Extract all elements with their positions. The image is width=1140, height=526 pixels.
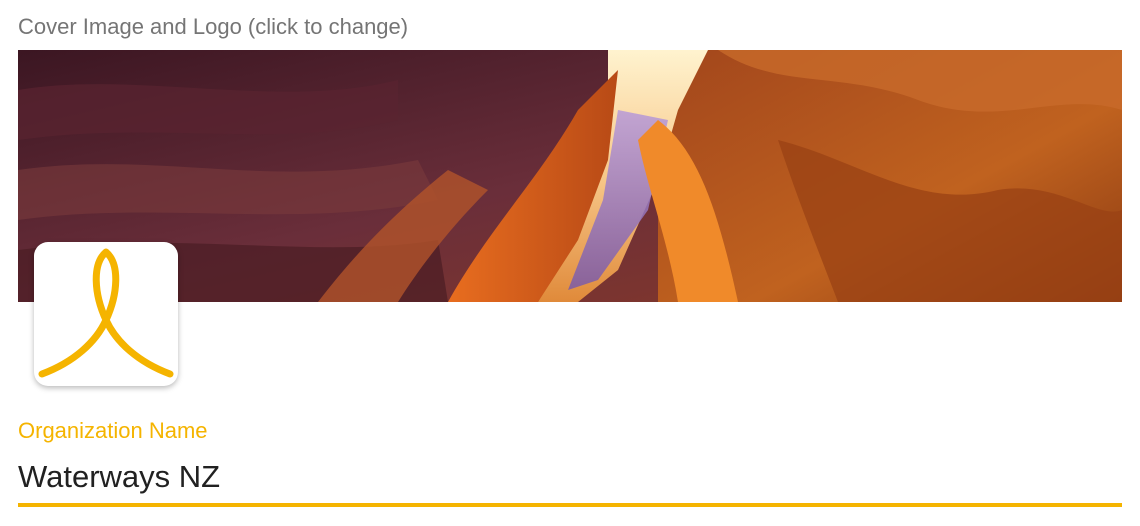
canyon-cover-image xyxy=(18,50,1122,302)
organization-profile-editor: Cover Image and Logo (click to change) O… xyxy=(0,0,1140,526)
organization-name-field xyxy=(18,450,1122,508)
organization-name-underline xyxy=(18,503,1122,507)
organization-name-input[interactable] xyxy=(18,450,1122,504)
organization-name-label: Organization Name xyxy=(18,418,208,443)
cover-section-label: Cover Image and Logo (click to change) xyxy=(18,14,409,39)
organization-logo[interactable] xyxy=(34,242,178,386)
ribbon-logo-icon xyxy=(38,248,174,378)
cover-image[interactable] xyxy=(18,50,1122,302)
